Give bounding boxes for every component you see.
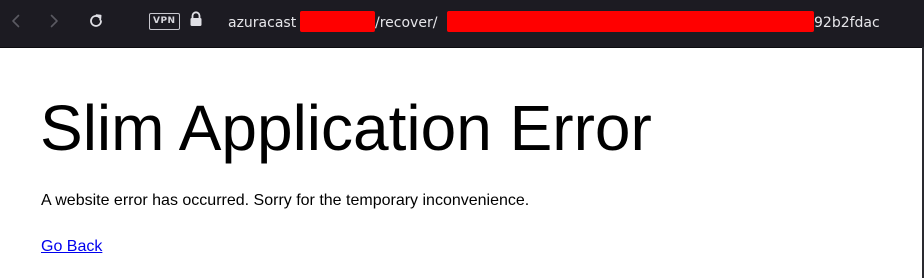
url-path: /recover/ <box>375 15 438 31</box>
redaction-box <box>447 11 814 32</box>
redaction-box <box>300 11 375 32</box>
lock-icon[interactable] <box>189 11 203 32</box>
address-bar[interactable]: azuracast <box>228 11 296 35</box>
url-tail: 92b2fdac <box>814 15 880 31</box>
error-message: A website error has occurred. Sorry for … <box>41 192 530 209</box>
back-arrow-icon[interactable] <box>4 9 28 33</box>
page-content: Slim Application Error A website error h… <box>0 48 922 278</box>
reload-icon[interactable] <box>84 9 108 33</box>
browser-toolbar: VPN azuracast /recover/ 92b2fdac <box>0 0 924 47</box>
page-title: Slim Application Error <box>40 92 652 164</box>
go-back-link[interactable]: Go Back <box>41 237 102 257</box>
forward-arrow-icon[interactable] <box>42 9 66 33</box>
url-host-prefix: azuracast <box>228 15 297 31</box>
vpn-badge[interactable]: VPN <box>149 13 180 30</box>
